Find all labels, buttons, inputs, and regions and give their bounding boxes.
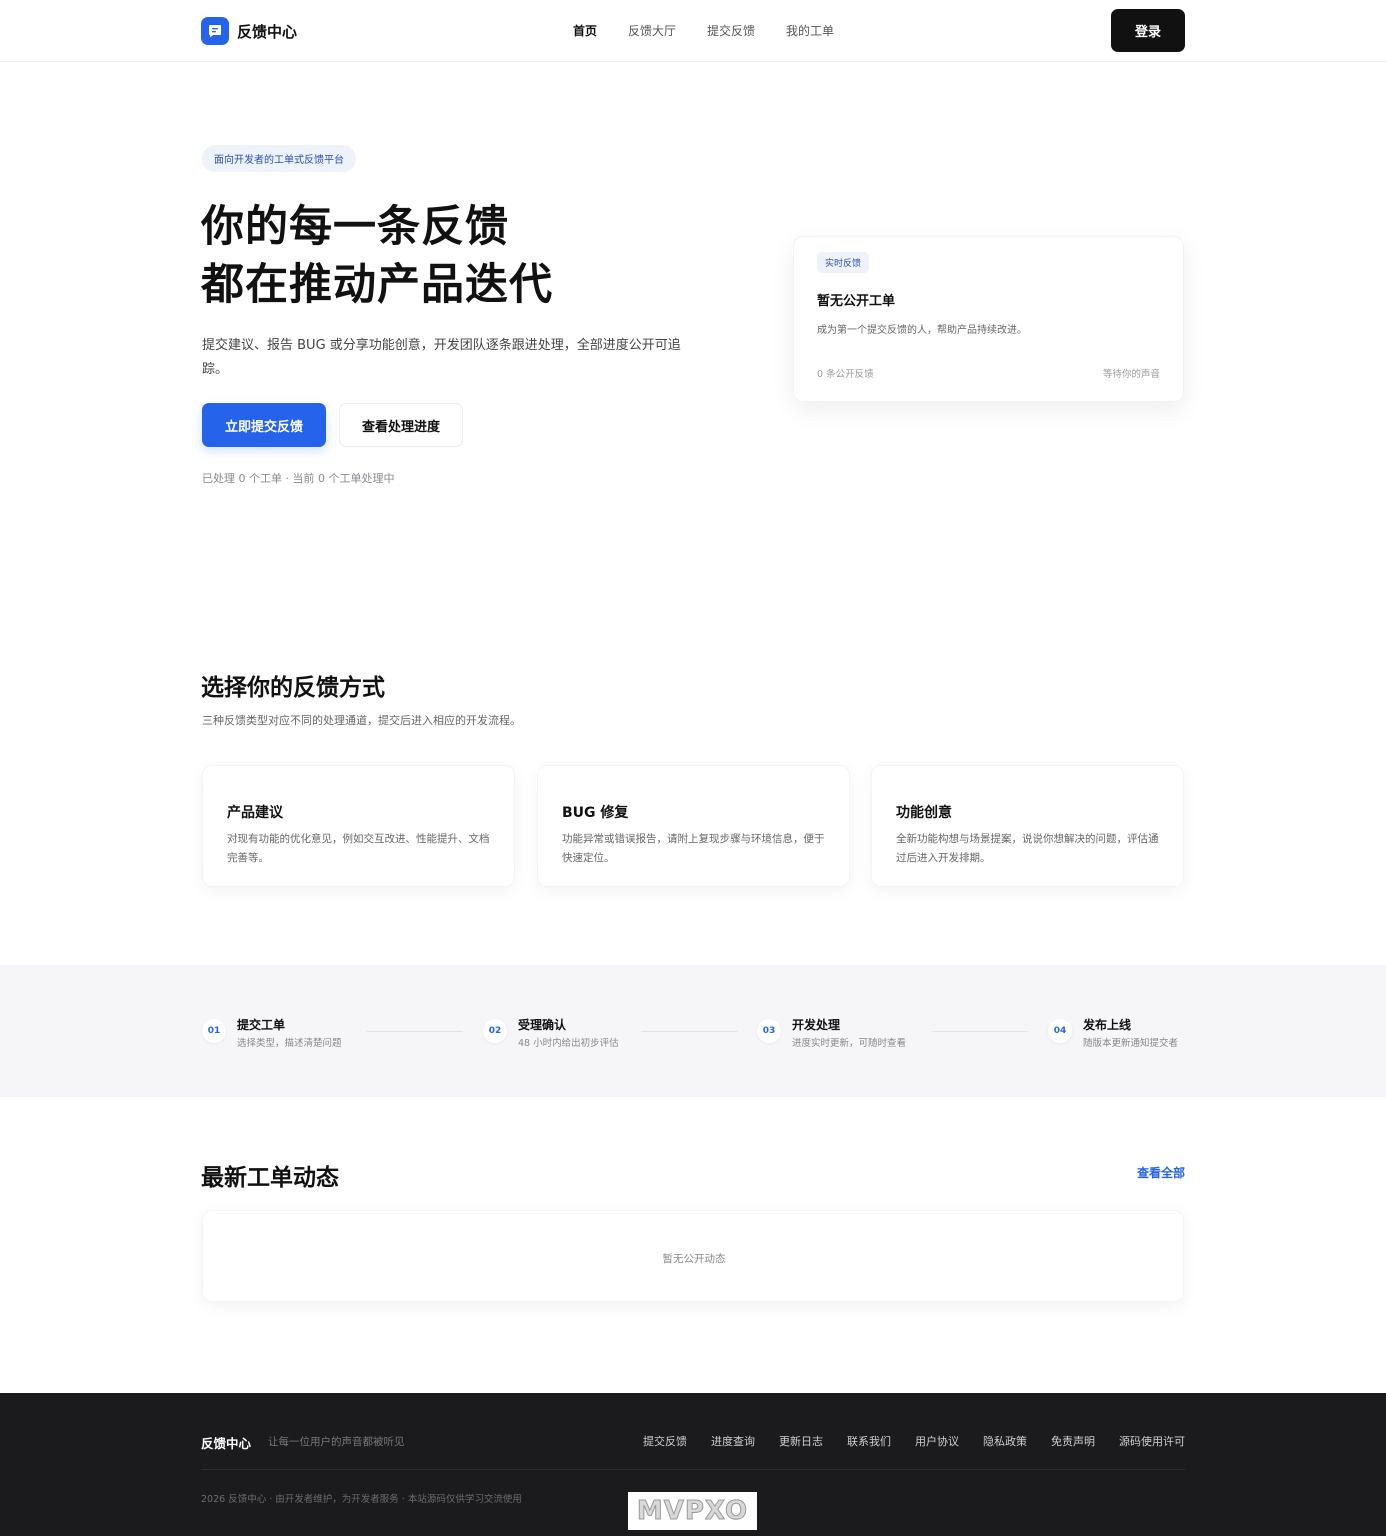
footer-links: 提交反馈 进度查询 更新日志 联系我们 用户协议 隐私政策 免责声明 源码使用许… <box>619 1433 1185 1449</box>
chat-icon <box>201 17 229 45</box>
nav-my-tickets[interactable]: 我的工单 <box>786 22 834 39</box>
type-card-description: 对现有功能的优化意见，例如交互改进、性能提升、文档完善等。 <box>227 833 490 864</box>
hero-title-line-2: 都在推动产品迭代 <box>201 260 553 310</box>
hero-badge: 面向开发者的工单式反馈平台 <box>202 145 356 172</box>
step-connector <box>641 1031 737 1032</box>
step-description: 选择类型，描述清楚问题 <box>237 1038 342 1049</box>
latest-activity-card: 暂无公开动态 <box>202 1210 1184 1302</box>
type-card-title: 产品建议 <box>227 805 283 821</box>
submit-feedback-button[interactable]: 立即提交反馈 <box>202 403 326 447</box>
footer-link-contact[interactable]: 联系我们 <box>847 1433 891 1449</box>
view-all-link[interactable]: 查看全部 <box>1137 1164 1185 1181</box>
step-title: 提交工单 <box>237 1018 286 1032</box>
hero-title-line-1: 你的每一条反馈 <box>201 202 509 252</box>
step-title: 受理确认 <box>518 1018 567 1032</box>
brand[interactable]: 反馈中心 <box>201 17 297 45</box>
footer-copyright: 2026 反馈中心 · 由开发者维护，为开发者服务 · 本站源码仅供学习交流使用 <box>201 1494 522 1505</box>
realtime-description: 成为第一个提交反馈的人，帮助产品持续改进。 <box>817 325 1027 336</box>
view-progress-button[interactable]: 查看处理进度 <box>339 403 463 447</box>
brand-name: 反馈中心 <box>237 22 298 41</box>
footer-link-progress[interactable]: 进度查询 <box>711 1433 755 1449</box>
type-card-description: 全新功能构想与场景提案，说说你想解决的问题，评估通过后进入开发排期。 <box>896 833 1159 864</box>
latest-empty-text: 暂无公开动态 <box>662 1253 726 1265</box>
step-connector <box>367 1031 463 1032</box>
step-title: 发布上线 <box>1083 1018 1132 1032</box>
process-steps: 01 提交工单 选择类型，描述清楚问题 02 受理确认 48 小时内给出初步评估… <box>0 965 1386 1097</box>
hero-title: 你的每一条反馈 都在推动产品迭代 <box>201 198 553 314</box>
step-number: 01 <box>202 1019 226 1043</box>
hero-stats: 已处理 0 个工单 · 当前 0 个工单处理中 <box>202 472 395 485</box>
nav-submit-feedback[interactable]: 提交反馈 <box>707 22 755 39</box>
type-card-idea[interactable]: 功能创意 全新功能构想与场景提案，说说你想解决的问题，评估通过后进入开发排期。 <box>871 765 1184 887</box>
realtime-badge: 实时反馈 <box>817 252 870 273</box>
step-description: 随版本更新通知提交者 <box>1083 1038 1179 1049</box>
type-card-bug[interactable]: BUG 修复 功能异常或错误报告，请附上复现步骤与环境信息，便于快速定位。 <box>537 765 850 887</box>
waiting-text: 等待你的声音 <box>1102 369 1160 380</box>
footer-link-submit[interactable]: 提交反馈 <box>643 1433 687 1449</box>
step-title: 开发处理 <box>792 1018 841 1032</box>
footer-slogan: 让每一位用户的声音都被听见 <box>268 1436 405 1448</box>
main-nav: 首页 反馈大厅 提交反馈 我的工单 <box>573 22 865 39</box>
hero-description: 提交建议、报告 BUG 或分享功能创意，开发团队逐条跟进处理，全部进度公开可追踪… <box>202 338 681 377</box>
step-description: 进度实时更新，可随时查看 <box>792 1038 907 1049</box>
step-number: 04 <box>1048 1019 1072 1043</box>
footer-brand[interactable]: 反馈中心 <box>201 1433 251 1452</box>
type-card-title: 功能创意 <box>896 805 952 821</box>
step-description: 48 小时内给出初步评估 <box>518 1038 619 1049</box>
footer-divider <box>201 1469 1185 1470</box>
footer-link-disclaimer[interactable]: 免责声明 <box>1051 1433 1095 1449</box>
realtime-title: 暂无公开工单 <box>817 294 896 309</box>
types-section-title: 选择你的反馈方式 <box>201 675 385 701</box>
type-card-suggestion[interactable]: 产品建议 对现有功能的优化意见，例如交互改进、性能提升、文档完善等。 <box>202 765 515 887</box>
footer-link-privacy[interactable]: 隐私政策 <box>983 1433 1027 1449</box>
type-card-title: BUG 修复 <box>562 805 629 821</box>
top-header: 反馈中心 首页 反馈大厅 提交反馈 我的工单 登录 <box>0 0 1386 62</box>
nav-feedback-hall[interactable]: 反馈大厅 <box>628 22 676 39</box>
nav-home[interactable]: 首页 <box>573 22 597 39</box>
step-connector <box>932 1031 1028 1032</box>
step-number: 02 <box>483 1019 507 1043</box>
footer-link-license[interactable]: 源码使用许可 <box>1119 1433 1185 1449</box>
step-number: 03 <box>757 1019 781 1043</box>
latest-section-title: 最新工单动态 <box>201 1165 339 1191</box>
types-section-description: 三种反馈类型对应不同的处理通道，提交后进入相应的开发流程。 <box>202 714 521 727</box>
footer-link-terms[interactable]: 用户协议 <box>915 1433 959 1449</box>
watermark-text: MVPXO <box>636 1496 749 1527</box>
type-card-description: 功能异常或错误报告，请附上复现步骤与环境信息，便于快速定位。 <box>562 833 825 864</box>
public-feedback-count: 0 条公开反馈 <box>817 369 874 380</box>
watermark: MVPXO <box>628 1492 757 1530</box>
footer-link-changelog[interactable]: 更新日志 <box>779 1433 823 1449</box>
login-button[interactable]: 登录 <box>1111 9 1185 52</box>
realtime-feedback-card: 实时反馈 暂无公开工单 成为第一个提交反馈的人，帮助产品持续改进。 0 条公开反… <box>793 236 1184 402</box>
